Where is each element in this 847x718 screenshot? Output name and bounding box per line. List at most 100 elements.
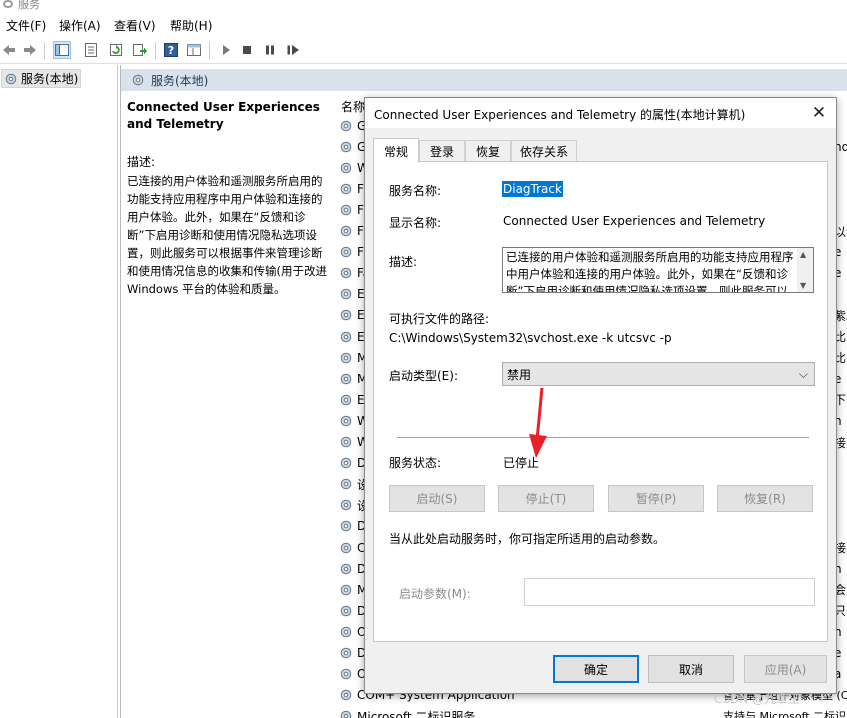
gear-icon bbox=[339, 119, 353, 133]
apply-button[interactable]: 应用(A) bbox=[744, 655, 827, 683]
show-tree-icon[interactable] bbox=[53, 41, 71, 59]
gear-icon bbox=[339, 435, 353, 449]
properties-dialog: Connected User Experiences and Telemetry… bbox=[364, 97, 837, 694]
cancel-button[interactable]: 取消 bbox=[648, 655, 734, 683]
gear-icon bbox=[339, 477, 353, 491]
svg-text:?: ? bbox=[168, 44, 174, 57]
table-row[interactable]: G bbox=[339, 136, 366, 157]
restart-service-icon[interactable] bbox=[284, 41, 302, 59]
scroll-up-icon[interactable]: ▲ bbox=[800, 250, 806, 259]
table-row[interactable]: D bbox=[339, 453, 366, 474]
services-app-icon bbox=[3, 0, 13, 8]
menu-file[interactable]: 文件(F) bbox=[6, 17, 46, 34]
start-params-input[interactable] bbox=[524, 578, 815, 606]
table-row[interactable]: G bbox=[339, 115, 366, 136]
gear-icon bbox=[4, 72, 18, 86]
startup-type-select[interactable]: 禁用 ⌵ bbox=[502, 362, 815, 386]
gear-icon bbox=[339, 625, 353, 639]
table-row[interactable]: E bbox=[339, 305, 365, 326]
service-name-label: 服务名称: bbox=[389, 184, 442, 198]
gear-icon bbox=[339, 351, 353, 365]
red-arrow-annotation bbox=[529, 388, 547, 458]
gear-icon bbox=[339, 456, 353, 470]
tab-general[interactable]: 常规 bbox=[373, 138, 419, 163]
window-titlebar: 服务 bbox=[0, 0, 847, 12]
startup-type-value: 禁用 bbox=[507, 367, 532, 382]
service-name-value[interactable]: DiagTrack bbox=[502, 181, 563, 197]
ok-button[interactable]: 确定 bbox=[553, 655, 639, 683]
table-row[interactable]: Microsoft 二标识服务 bbox=[339, 706, 475, 718]
gear-icon bbox=[339, 688, 353, 702]
forward-arrow-icon[interactable] bbox=[21, 41, 39, 59]
description-label: 描述: bbox=[127, 155, 156, 169]
general-tab-panel: 服务名称: DiagTrack 显示名称: Connected User Exp… bbox=[373, 161, 828, 642]
back-arrow-icon[interactable] bbox=[0, 41, 18, 59]
menu-action[interactable]: 操作(A) bbox=[59, 17, 101, 34]
menu-view[interactable]: 查看(V) bbox=[114, 17, 156, 34]
gear-icon bbox=[339, 266, 353, 280]
console-view-icon[interactable] bbox=[185, 41, 203, 59]
gear-icon bbox=[339, 519, 353, 533]
gear-icon bbox=[339, 667, 353, 681]
table-row[interactable]: Fi bbox=[339, 199, 366, 220]
watermark: CSDN @九章王 bbox=[714, 692, 801, 706]
tree-item-label: 服务(本地) bbox=[21, 72, 79, 86]
tree-item-services-local[interactable]: 服务(本地) bbox=[1, 69, 81, 88]
left-tree-pane: 服务(本地) bbox=[0, 65, 118, 718]
exe-path-label: 可执行文件的路径: bbox=[389, 312, 490, 326]
menu-help[interactable]: 帮助(H) bbox=[170, 17, 212, 34]
description-cell: 支持与 Microsoft 二标识服务... bbox=[723, 710, 847, 718]
gear-icon bbox=[339, 161, 353, 175]
gear-icon bbox=[339, 583, 353, 597]
pause-service-icon[interactable] bbox=[261, 41, 279, 59]
gear-icon bbox=[339, 308, 353, 322]
start-params-label: 启动参数(M): bbox=[399, 587, 471, 601]
description-text: 已连接的用户体验和遥测服务所启用的功能支持应用程序中用户体验和连接的用户体验。此… bbox=[127, 174, 327, 296]
gear-icon bbox=[339, 709, 353, 718]
resume-button[interactable]: 恢复(R) bbox=[717, 485, 813, 512]
startup-type-label: 启动类型(E): bbox=[389, 369, 458, 383]
gear-icon bbox=[339, 372, 353, 386]
properties-sheet-icon[interactable] bbox=[82, 41, 100, 59]
services-window: 服务 文件(F) 操作(A) 查看(V) 帮助(H) ? 服务(本地) 服务(本… bbox=[0, 0, 847, 718]
description-textbox[interactable]: 已连接的用户体验和遥测服务所启用的功能支持应用程序中用户体验和连接的用户体验。此… bbox=[502, 247, 814, 293]
tab-logon[interactable]: 登录 bbox=[419, 140, 465, 162]
table-row[interactable]: Fi bbox=[339, 178, 366, 199]
service-status-label: 服务状态: bbox=[389, 456, 442, 470]
export-list-icon[interactable] bbox=[131, 41, 149, 59]
pane-header-title: 服务(本地) bbox=[151, 73, 209, 88]
description-pane: Connected User Experiences and Telemetry… bbox=[127, 99, 333, 298]
stop-service-icon[interactable] bbox=[238, 41, 256, 59]
table-row[interactable]: D bbox=[339, 558, 366, 579]
table-row[interactable]: D bbox=[339, 643, 366, 664]
gear-icon bbox=[339, 140, 353, 154]
gear-icon bbox=[339, 604, 353, 618]
column-header-name[interactable]: 名称 bbox=[341, 98, 365, 115]
divider bbox=[397, 437, 809, 438]
gear-icon bbox=[339, 245, 353, 259]
table-row[interactable]: D bbox=[339, 516, 366, 537]
tab-dependencies[interactable]: 依存关系 bbox=[511, 140, 577, 162]
start-service-icon[interactable] bbox=[217, 41, 235, 59]
pause-button[interactable]: 暂停(P) bbox=[608, 485, 704, 512]
service-name-cell: Microsoft 二标识服务 bbox=[357, 709, 476, 718]
description-label: 描述: bbox=[389, 255, 418, 269]
description-value: 已连接的用户体验和遥测服务所启用的功能支持应用程序中用户体验和连接的用户体验。此… bbox=[506, 250, 794, 293]
tab-recovery[interactable]: 恢复 bbox=[465, 140, 511, 162]
help-icon[interactable]: ? bbox=[162, 41, 180, 59]
gear-icon bbox=[339, 203, 353, 217]
gear-icon bbox=[339, 182, 353, 196]
description-scrollbar[interactable]: ▲ ▼ bbox=[797, 248, 813, 292]
service-title: Connected User Experiences and Telemetry bbox=[127, 100, 320, 131]
chevron-down-icon: ⌵ bbox=[798, 367, 808, 381]
stop-button[interactable]: 停止(T) bbox=[498, 485, 594, 512]
start-button[interactable]: 启动(S) bbox=[389, 485, 485, 512]
display-name-label: 显示名称: bbox=[389, 216, 442, 230]
table-row[interactable]: D bbox=[339, 600, 366, 621]
start-params-hint: 当从此处启动服务时，你可指定所适用的启动参数。 bbox=[389, 532, 666, 546]
pane-header: 服务(本地) bbox=[121, 69, 847, 91]
refresh-icon[interactable] bbox=[107, 41, 125, 59]
menu-bar: 文件(F) 操作(A) 查看(V) 帮助(H) bbox=[0, 14, 847, 36]
scroll-down-icon[interactable]: ▼ bbox=[800, 281, 806, 290]
close-icon[interactable]: ✕ bbox=[808, 103, 830, 123]
